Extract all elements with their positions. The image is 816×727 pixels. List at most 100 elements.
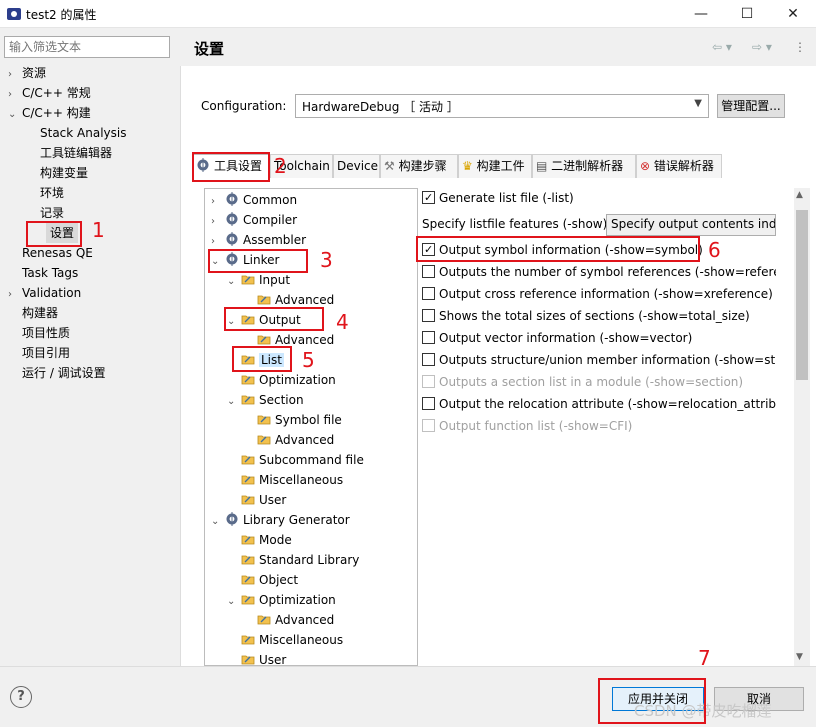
- page-title: 设置: [194, 40, 225, 58]
- help-icon[interactable]: ?: [10, 686, 32, 708]
- folder-icon: [257, 333, 275, 347]
- chevron-right-icon[interactable]: ›: [211, 212, 225, 232]
- scroll-up-icon[interactable]: ▲: [796, 190, 803, 200]
- manage-configurations-button[interactable]: 管理配置...: [717, 94, 785, 118]
- option-checkbox: [422, 375, 435, 388]
- tree-node[interactable]: Miscellaneous: [227, 470, 343, 490]
- listfile-features-select[interactable]: Specify output contents indiv: [606, 214, 776, 236]
- chevron-down-icon[interactable]: ⌄: [8, 105, 22, 125]
- tree-node[interactable]: Mode: [227, 530, 292, 550]
- chevron-down-icon[interactable]: ⌄: [227, 592, 241, 612]
- tree-node-label: Optimization: [259, 593, 336, 607]
- annotation-box-1: [26, 221, 82, 247]
- tree-node[interactable]: › Common: [211, 190, 297, 210]
- nav-item[interactable]: 构建器: [8, 303, 58, 323]
- tree-node[interactable]: ⌄ Optimization: [227, 590, 336, 610]
- title-bar: test2 的属性 — ☐ ✕: [0, 0, 816, 28]
- folder-icon: [241, 633, 259, 647]
- tab-4[interactable]: ♛ 构建工件: [458, 154, 532, 178]
- option-item[interactable]: Output the relocation attribute (-show=r…: [422, 394, 776, 414]
- close-button[interactable]: ✕: [770, 0, 816, 28]
- nav-item[interactable]: 环境: [24, 183, 64, 203]
- nav-item-label: C/C++ 常规: [22, 86, 91, 100]
- tree-node[interactable]: User: [227, 650, 286, 665]
- tree-node[interactable]: Miscellaneous: [227, 630, 343, 650]
- tree-node[interactable]: Standard Library: [227, 550, 359, 570]
- tree-node[interactable]: Optimization: [227, 370, 336, 390]
- tree-node[interactable]: ⌄ Input: [227, 270, 290, 290]
- generate-list-option[interactable]: Generate list file (-list): [422, 188, 574, 208]
- option-item[interactable]: Outputs structure/union member informati…: [422, 350, 776, 370]
- option-checkbox[interactable]: [422, 397, 435, 410]
- nav-item[interactable]: 项目性质: [8, 323, 70, 343]
- tab-3[interactable]: ⚒ 构建步骤: [380, 154, 458, 178]
- maximize-button[interactable]: ☐: [724, 0, 770, 28]
- option-checkbox[interactable]: [422, 309, 435, 322]
- tab-6[interactable]: ⊗ 错误解析器: [636, 154, 722, 178]
- nav-item[interactable]: 项目引用: [8, 343, 70, 363]
- annotation-box-4: [224, 307, 324, 331]
- nav-item[interactable]: 记录: [24, 203, 64, 223]
- annotation-box-5: [232, 346, 292, 372]
- chevron-right-icon[interactable]: ›: [8, 65, 22, 85]
- option-item[interactable]: Outputs the number of symbol references …: [422, 262, 776, 282]
- tree-node[interactable]: Advanced: [243, 430, 334, 450]
- nav-item[interactable]: › Validation: [8, 283, 81, 303]
- generate-list-checkbox[interactable]: [422, 188, 435, 208]
- tree-node[interactable]: Subcommand file: [227, 450, 364, 470]
- tree-node-label: Object: [259, 573, 299, 587]
- option-checkbox[interactable]: [422, 353, 435, 366]
- scrollbar-thumb[interactable]: [796, 210, 808, 380]
- option-checkbox[interactable]: [422, 265, 435, 278]
- chevron-right-icon[interactable]: ›: [8, 85, 22, 105]
- gear-icon: [225, 192, 243, 207]
- option-label: Output the relocation attribute (-show=r…: [439, 397, 776, 411]
- folder-icon: [241, 653, 259, 665]
- chevron-right-icon[interactable]: ›: [8, 285, 22, 305]
- minimize-button[interactable]: —: [678, 0, 724, 28]
- nav-item-label: C/C++ 构建: [22, 106, 91, 120]
- chevron-down-icon[interactable]: ⌄: [211, 512, 225, 532]
- chevron-down-icon[interactable]: ⌄: [227, 392, 241, 412]
- scroll-down-icon[interactable]: ▼: [796, 652, 803, 662]
- tab-5[interactable]: ▤ 二进制解析器: [532, 154, 636, 178]
- nav-item[interactable]: Stack Analysis: [24, 123, 126, 143]
- more-menu-icon[interactable]: ⋮: [794, 40, 806, 54]
- tree-node-label: Subcommand file: [259, 453, 364, 467]
- tree-node[interactable]: ⌄ Library Generator: [211, 510, 350, 530]
- back-arrow-icon[interactable]: ⇦ ▾: [712, 40, 732, 54]
- filter-input[interactable]: [4, 36, 170, 58]
- tree-node[interactable]: Advanced: [243, 610, 334, 630]
- option-item[interactable]: Output cross reference information (-sho…: [422, 284, 773, 304]
- folder-icon: [241, 553, 259, 567]
- chevron-down-icon[interactable]: ⌄: [227, 272, 241, 292]
- nav-item[interactable]: 工具链编辑器: [24, 143, 112, 163]
- tree-node[interactable]: User: [227, 490, 286, 510]
- tree-node-label: Advanced: [275, 293, 335, 307]
- nav-item[interactable]: › 资源: [8, 63, 46, 83]
- tree-node[interactable]: › Assembler: [211, 230, 306, 250]
- nav-item[interactable]: Task Tags: [8, 263, 78, 283]
- configuration-select[interactable]: HardwareDebug ［ 活动 ］ ▼: [295, 94, 709, 118]
- tree-node[interactable]: Symbol file: [243, 410, 342, 430]
- annotation-box-3: [208, 249, 308, 273]
- nav-item[interactable]: 运行 / 调试设置: [8, 363, 106, 383]
- tree-node[interactable]: ⌄ Section: [227, 390, 304, 410]
- nav-item[interactable]: ⌄ C/C++ 构建: [8, 103, 91, 123]
- tab-2[interactable]: Device: [333, 154, 380, 178]
- nav-item-label: 构建器: [22, 306, 59, 320]
- option-checkbox[interactable]: [422, 331, 435, 344]
- option-item[interactable]: Output vector information (-show=vector): [422, 328, 692, 348]
- tree-node[interactable]: Object: [227, 570, 298, 590]
- nav-item[interactable]: › C/C++ 常规: [8, 83, 91, 103]
- error-icon: ⊗: [640, 159, 654, 173]
- forward-arrow-icon[interactable]: ⇨ ▾: [752, 40, 772, 54]
- annotation-number-1: 1: [92, 218, 105, 242]
- option-checkbox[interactable]: [422, 287, 435, 300]
- tree-node[interactable]: › Compiler: [211, 210, 297, 230]
- option-item[interactable]: Shows the total sizes of sections (-show…: [422, 306, 750, 326]
- nav-item[interactable]: 构建变量: [24, 163, 88, 183]
- folder-icon: [241, 493, 259, 507]
- gear-icon: [225, 512, 243, 527]
- chevron-right-icon[interactable]: ›: [211, 192, 225, 212]
